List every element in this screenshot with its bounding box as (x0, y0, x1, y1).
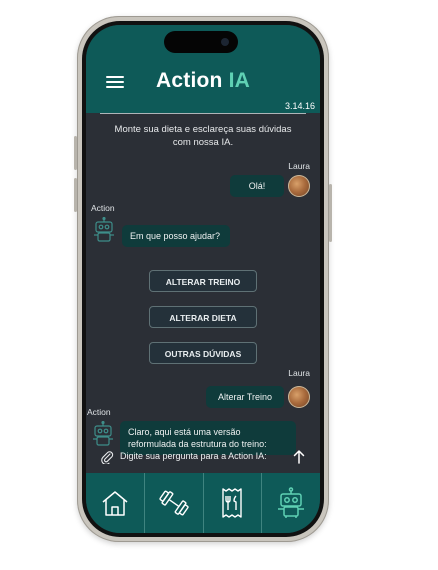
sender-name: Action (87, 407, 111, 417)
header-divider (100, 113, 306, 114)
chat-area[interactable]: Monte sua dieta e esclareça suas dúvidas… (86, 113, 320, 473)
phone-frame: Action IA 3.14.16 Monte sua dieta e escl… (74, 16, 332, 542)
dynamic-island (164, 31, 238, 53)
bot-message-bubble: Em que posso ajudar? (122, 225, 230, 247)
option-button-alterar-dieta[interactable]: ALTERAR DIETA (149, 306, 257, 328)
nav-item-diet[interactable] (204, 473, 263, 533)
option-button-outras-duvidas[interactable]: OUTRAS DÚVIDAS (149, 342, 257, 364)
phone-volume-button (74, 178, 77, 212)
avatar (288, 175, 310, 197)
phone-volume-button (74, 136, 77, 170)
menu-receipt-icon (222, 488, 243, 518)
intro-line: Monte sua dieta e esclareça suas dúvidas (114, 124, 292, 135)
robot-icon (278, 487, 305, 518)
avatar (288, 386, 310, 408)
brand-suffix: IA (222, 69, 250, 92)
sender-name: Action (91, 203, 115, 213)
intro-line: com nossa IA. (172, 137, 234, 148)
home-icon (102, 491, 128, 516)
nav-item-training[interactable] (145, 473, 204, 533)
message-input[interactable]: Digite sua pergunta para a Action IA: (120, 451, 267, 461)
arrow-up-icon[interactable] (292, 449, 306, 465)
intro-text: Monte sua dieta e esclareça suas dúvidas… (96, 123, 310, 149)
message-line: Claro, aqui está uma versão (128, 427, 241, 437)
dumbbell-icon (158, 490, 189, 516)
message-input-bar[interactable]: Digite sua pergunta para a Action IA: (94, 443, 310, 471)
app-screen: Action IA 3.14.16 Monte sua dieta e escl… (86, 25, 320, 533)
paperclip-icon[interactable] (100, 450, 114, 464)
camera-icon (221, 38, 229, 46)
phone-side-button (329, 184, 332, 242)
nav-item-home[interactable] (86, 473, 145, 533)
robot-icon (94, 217, 114, 242)
brand-name: Action (156, 69, 223, 92)
app-header: Action IA 3.14.16 (86, 25, 320, 113)
sender-name: Laura (288, 161, 310, 171)
bottom-nav (86, 473, 320, 533)
phone-bezel: Action IA 3.14.16 Monte sua dieta e escl… (82, 21, 324, 537)
app-title: Action IA (86, 69, 320, 93)
nav-item-ai[interactable] (262, 473, 320, 533)
user-message-bubble: Alterar Treino (206, 386, 284, 408)
version-label: 3.14.16 (284, 101, 315, 111)
sender-name: Laura (288, 368, 310, 378)
option-button-alterar-treino[interactable]: ALTERAR TREINO (149, 270, 257, 292)
user-message-bubble: Olá! (230, 175, 284, 197)
